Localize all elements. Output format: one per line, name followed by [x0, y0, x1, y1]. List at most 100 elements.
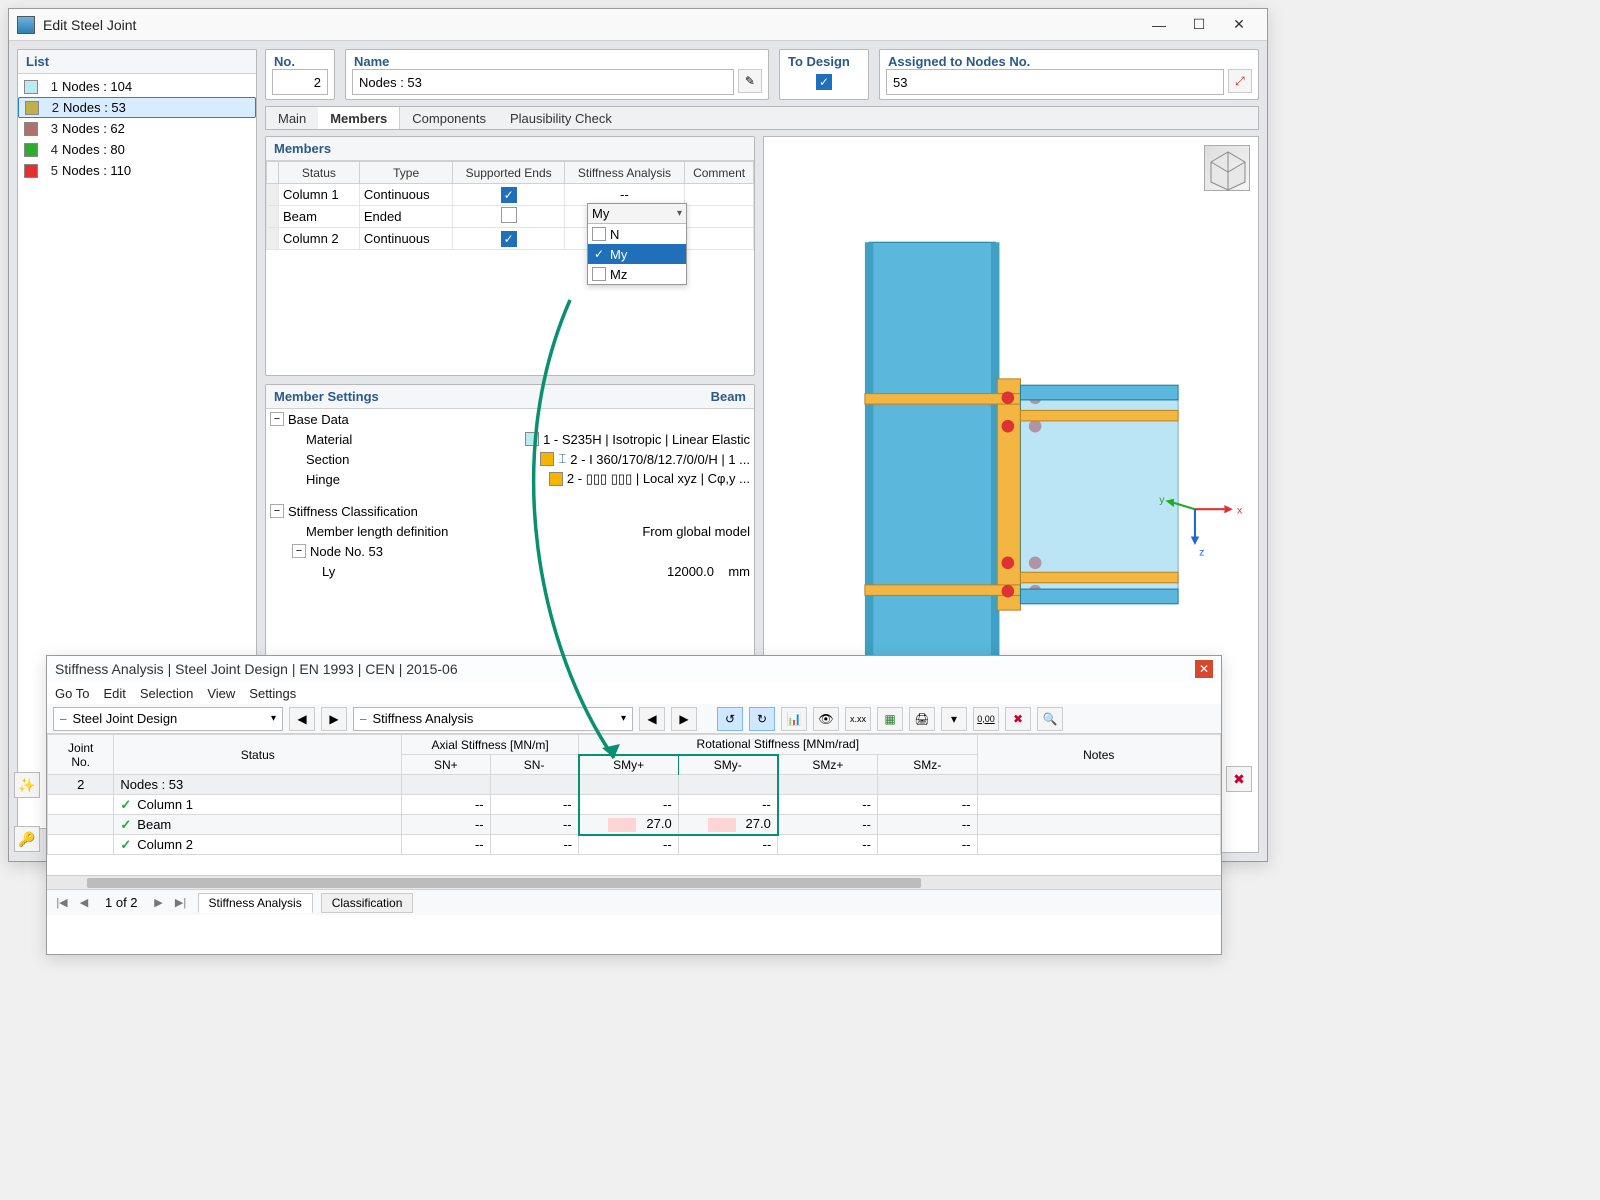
color-swatch-icon	[24, 143, 38, 157]
view-toggle-2[interactable]: ↻	[749, 707, 775, 731]
list-item[interactable]: 2 Nodes : 53	[18, 97, 256, 118]
supported-checkbox[interactable]: ✓	[501, 187, 517, 203]
maximize-button[interactable]: ☐	[1179, 13, 1219, 37]
excel-export-button[interactable]: ▦	[877, 707, 903, 731]
svg-text:x: x	[1237, 504, 1243, 516]
assigned-field[interactable]: 53	[886, 69, 1224, 95]
list-header: List	[18, 50, 256, 74]
window-title: Edit Steel Joint	[43, 17, 1139, 33]
tool-button[interactable]: ✨	[14, 772, 40, 798]
color-swatch-icon	[24, 122, 38, 136]
supported-checkbox[interactable]: ✓	[501, 231, 517, 247]
dropdown-option-my[interactable]: ✓My	[588, 244, 686, 264]
dropdown-selected[interactable]: My▾	[588, 204, 686, 224]
last-page-button[interactable]: ▶|	[172, 894, 190, 912]
list-item[interactable]: 1 Nodes : 104	[18, 76, 256, 97]
next-result-button[interactable]: ▶	[671, 707, 697, 731]
next-page-button[interactable]: ▶	[150, 894, 168, 912]
print-button[interactable]: 🖨	[909, 707, 935, 731]
pager-label: 1 of 2	[97, 895, 146, 910]
minimize-button[interactable]: —	[1139, 13, 1179, 37]
view-toggle-1[interactable]: ↺	[717, 707, 743, 731]
todesign-checkbox[interactable]: ✓	[816, 74, 832, 90]
collapse-icon[interactable]: −	[270, 504, 284, 518]
collapse-icon[interactable]: −	[270, 412, 284, 426]
svg-text:y: y	[1159, 494, 1165, 506]
tab-main[interactable]: Main	[266, 107, 318, 129]
delete-button[interactable]: ✖	[1226, 766, 1252, 792]
menu-goto[interactable]: Go To	[55, 686, 89, 701]
clear-button[interactable]: ✖	[1005, 707, 1031, 731]
close-button[interactable]: ✕	[1219, 13, 1259, 37]
color-swatch-icon	[549, 472, 563, 486]
color-swatch-icon	[540, 452, 554, 466]
tab-plausibility[interactable]: Plausibility Check	[498, 107, 624, 129]
menu-settings[interactable]: Settings	[249, 686, 296, 701]
checkbox-icon	[592, 267, 606, 281]
color-swatch-icon	[24, 80, 38, 94]
dropdown-option-mz[interactable]: Mz	[588, 264, 686, 284]
menu-view[interactable]: View	[207, 686, 235, 701]
tab-components[interactable]: Components	[400, 107, 498, 129]
result-row[interactable]: ✓Beam ---- 27.0 27.0 ----	[48, 815, 1221, 835]
title-bar: Edit Steel Joint — ☐ ✕	[9, 9, 1267, 41]
group-row[interactable]: 2 Nodes : 53	[48, 775, 1221, 795]
chevron-down-icon: ▾	[677, 208, 682, 219]
checkbox-icon	[592, 227, 606, 241]
search-button[interactable]: 🔍	[1037, 707, 1063, 731]
nav-cube[interactable]	[1204, 145, 1250, 191]
no-field[interactable]: 2	[272, 69, 328, 95]
results-grid: JointNo. Status Axial Stiffness [MN/m] R…	[47, 734, 1221, 855]
result-row[interactable]: ✓Column 2 ---- ---- ----	[48, 835, 1221, 855]
menu-selection[interactable]: Selection	[140, 686, 193, 701]
todesign-label: To Design	[786, 54, 862, 69]
list-item[interactable]: 3 Nodes : 62	[18, 118, 256, 139]
color-swatch-icon	[25, 101, 39, 115]
results-tab-stiffness[interactable]: Stiffness Analysis	[198, 893, 313, 913]
show-icon[interactable]: 👁	[813, 707, 839, 731]
tab-members[interactable]: Members	[318, 107, 400, 129]
prev-result-button[interactable]: ◀	[639, 707, 665, 731]
results-statusbar: |◀ ◀ 1 of 2 ▶ ▶| Stiffness Analysis Clas…	[47, 889, 1221, 915]
highlight-icon	[608, 818, 636, 832]
result-row[interactable]: ✓Column 1 ---- ---- ----	[48, 795, 1221, 815]
pick-nodes-button[interactable]: ⤢	[1228, 69, 1252, 93]
design-combo[interactable]: ⎯Steel Joint Design▾	[53, 707, 283, 731]
prev-page-button[interactable]: ◀	[75, 894, 93, 912]
color-swatch-icon	[525, 432, 539, 446]
horizontal-scrollbar[interactable]	[47, 875, 1221, 889]
stiffness-analysis-dropdown[interactable]: My▾ N ✓My Mz	[587, 203, 687, 285]
settings-header: Member Settings Beam	[266, 385, 754, 409]
ok-icon: ✓	[120, 837, 131, 852]
color-swatch-icon	[24, 164, 38, 178]
members-header: Members	[266, 137, 754, 161]
chart-button[interactable]: 📊	[781, 707, 807, 731]
result-combo[interactable]: ⎯Stiffness Analysis▾	[353, 707, 633, 731]
collapse-icon[interactable]: −	[292, 544, 306, 558]
main-tabs: Main Members Components Plausibility Che…	[265, 106, 1259, 130]
name-field[interactable]: Nodes : 53	[352, 69, 734, 95]
dropdown-option-n[interactable]: N	[588, 224, 686, 244]
highlight-icon	[708, 818, 736, 832]
supported-checkbox[interactable]	[501, 207, 517, 223]
decimals-button[interactable]: x.xx	[845, 707, 871, 731]
results-menu: Go To Edit Selection View Settings	[47, 682, 1221, 704]
ok-icon: ✓	[120, 817, 131, 832]
edit-name-button[interactable]: ✎	[738, 69, 762, 93]
prev-design-button[interactable]: ◀	[289, 707, 315, 731]
units-button[interactable]: 0,00	[973, 707, 999, 731]
svg-text:z: z	[1199, 546, 1204, 558]
list-item[interactable]: 4 Nodes : 80	[18, 139, 256, 160]
ok-icon: ✓	[120, 797, 131, 812]
next-design-button[interactable]: ▶	[321, 707, 347, 731]
help-button[interactable]: 🔑	[14, 826, 40, 852]
stiffness-analysis-window: Stiffness Analysis | Steel Joint Design …	[46, 655, 1222, 955]
no-label: No.	[272, 54, 328, 69]
app-icon	[17, 16, 35, 34]
list-item[interactable]: 5 Nodes : 110	[18, 160, 256, 181]
results-tab-classification[interactable]: Classification	[321, 893, 414, 913]
menu-edit[interactable]: Edit	[103, 686, 125, 701]
filter-button[interactable]: ▾	[941, 707, 967, 731]
close-button[interactable]: ✕	[1195, 660, 1213, 678]
first-page-button[interactable]: |◀	[53, 894, 71, 912]
